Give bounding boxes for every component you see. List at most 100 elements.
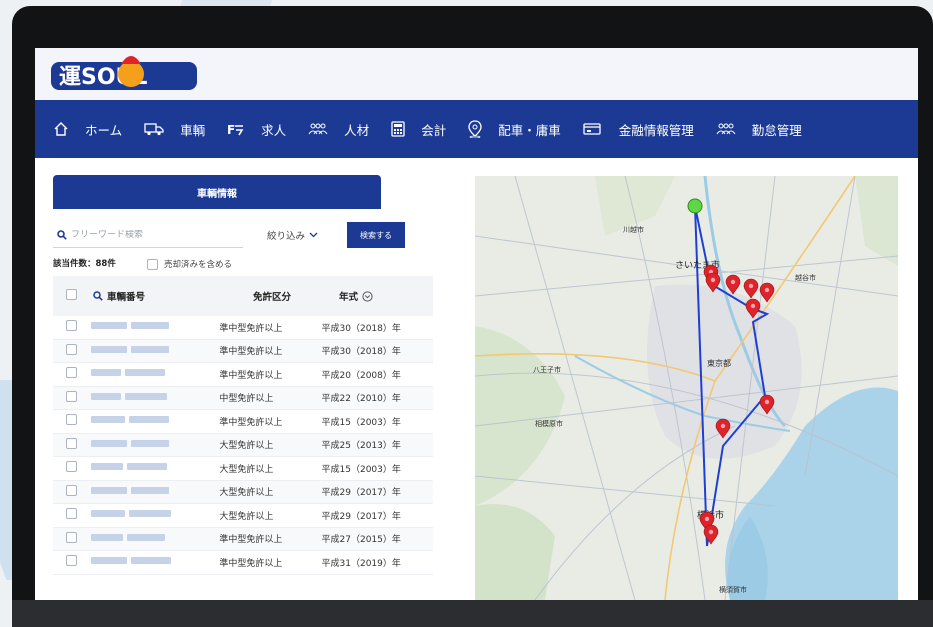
route-map[interactable]: 川越市 さいたま市 越谷市 東京都 八王子市 相模原市 横浜市 横須賀市 bbox=[475, 176, 898, 600]
vehicle-number-redacted[interactable] bbox=[91, 345, 219, 356]
year-cell: 平成27（2015）年 bbox=[321, 535, 401, 546]
nav-item-7[interactable]: 勤怠管理 bbox=[716, 120, 802, 139]
start-pin-icon[interactable] bbox=[687, 198, 703, 214]
license-cell: 準中型免許以上 bbox=[219, 558, 283, 569]
sort-dropdown-icon[interactable] bbox=[362, 290, 373, 302]
year-cell: 平成20（2008）年 bbox=[321, 370, 401, 381]
table-row[interactable]: 準中型免許以上 平成30（2018）年 bbox=[53, 339, 433, 363]
table-row[interactable]: 大型免許以上 平成15（2003）年 bbox=[53, 457, 433, 481]
vehicle-number-redacted[interactable] bbox=[91, 439, 219, 450]
vehicle-info-tab[interactable]: 車輌情報 bbox=[53, 175, 381, 209]
license-cell: 大型免許以上 bbox=[219, 488, 274, 499]
year-header: 年式 bbox=[339, 292, 359, 303]
vehicle-number-redacted[interactable] bbox=[91, 486, 219, 497]
laptop-base bbox=[12, 600, 933, 627]
app-screen: 運SOUL ホーム 車輌 F 求人 人材 会計 配車・庸車 金融情報管理 勤怠管理 車輌情報 絞… bbox=[35, 48, 918, 600]
row-checkbox[interactable] bbox=[66, 414, 77, 426]
nav-label: ホーム bbox=[85, 122, 123, 138]
row-checkbox[interactable] bbox=[66, 343, 77, 355]
nav-item-3[interactable]: 人材 bbox=[308, 120, 369, 139]
nav-item-6[interactable]: 金融情報管理 bbox=[583, 120, 694, 139]
vehicle-number-redacted[interactable] bbox=[91, 463, 219, 473]
license-cell: 大型免許以上 bbox=[219, 511, 274, 522]
table-row[interactable]: 大型免許以上 平成29（2017）年 bbox=[53, 504, 433, 528]
nav-item-4[interactable]: 会計 bbox=[391, 120, 446, 139]
checkbox[interactable] bbox=[147, 258, 158, 270]
map-canvas[interactable]: 川越市 さいたま市 越谷市 東京都 八王子市 相模原市 横浜市 横須賀市 bbox=[475, 176, 898, 600]
row-checkbox[interactable] bbox=[66, 390, 77, 402]
map-label: 相模原市 bbox=[535, 419, 563, 428]
vehicle-number-redacted[interactable] bbox=[91, 369, 219, 379]
vehicle-number-redacted[interactable] bbox=[91, 557, 219, 567]
row-checkbox[interactable] bbox=[66, 320, 77, 332]
vehicle-number-redacted[interactable] bbox=[91, 510, 219, 520]
row-checkbox[interactable] bbox=[66, 531, 77, 543]
nav-item-1[interactable]: 車輌 bbox=[144, 120, 205, 139]
map-label: 東京都 bbox=[707, 358, 731, 368]
result-count: 該当件数：88件 bbox=[53, 259, 116, 269]
free-word-search[interactable] bbox=[53, 222, 243, 248]
table-body: 準中型免許以上 平成30（2018）年 準中型免許以上 平成30（2018）年 準中型免… bbox=[53, 316, 433, 575]
filter-dropdown[interactable]: 絞り込み bbox=[267, 228, 318, 242]
table-header: 車輌番号 免許区分 年式 bbox=[53, 276, 433, 316]
year-cell: 平成25（2013）年 bbox=[321, 441, 401, 452]
nav-item-0[interactable]: ホーム bbox=[53, 120, 122, 139]
year-cell: 平成30（2018）年 bbox=[321, 347, 401, 358]
row-checkbox[interactable] bbox=[66, 461, 77, 473]
vehicle-number-header: 車輌番号 bbox=[107, 292, 146, 303]
license-cell: 中型免許以上 bbox=[219, 394, 274, 405]
row-checkbox[interactable] bbox=[66, 555, 77, 567]
nav-label: 勤怠管理 bbox=[751, 122, 802, 138]
column-vehicle-number[interactable]: 車輌番号 bbox=[93, 289, 231, 303]
vehicle-number-redacted[interactable] bbox=[91, 322, 219, 332]
license-cell: 大型免許以上 bbox=[219, 441, 274, 452]
table-row[interactable]: 準中型免許以上 平成27（2015）年 bbox=[53, 527, 433, 551]
vehicle-number-redacted[interactable] bbox=[91, 416, 219, 426]
table-row[interactable]: 準中型免許以上 平成31（2019）年 bbox=[53, 551, 433, 575]
include-sold-label: 売却済みを含める bbox=[164, 260, 233, 270]
map-label: 川越市 bbox=[623, 225, 644, 234]
vehicle-number-redacted[interactable] bbox=[91, 392, 219, 403]
row-checkbox[interactable] bbox=[66, 437, 77, 449]
people-icon bbox=[716, 122, 744, 136]
row-checkbox[interactable] bbox=[66, 508, 77, 520]
year-cell: 平成22（2010）年 bbox=[321, 394, 401, 405]
table-row[interactable]: 準中型免許以上 平成15（2003）年 bbox=[53, 410, 433, 434]
people-icon bbox=[308, 122, 336, 136]
nav-item-5[interactable]: 配車・庸車 bbox=[468, 120, 561, 139]
table-row[interactable]: 中型免許以上 平成22（2010）年 bbox=[53, 386, 433, 410]
select-all-checkbox[interactable] bbox=[66, 289, 77, 300]
app-logo[interactable]: 運SOUL bbox=[49, 54, 199, 94]
table-row[interactable]: 準中型免許以上 平成30（2018）年 bbox=[53, 316, 433, 340]
vehicle-table: 車輌番号 免許区分 年式 準中型免許以上 平成30（2018）年 準中型免許以上 平成… bbox=[53, 276, 433, 575]
search-input[interactable] bbox=[71, 229, 236, 240]
job-icon: F bbox=[227, 122, 253, 136]
search-icon bbox=[93, 291, 103, 301]
nav-label: 人材 bbox=[344, 122, 370, 138]
license-cell: 準中型免許以上 bbox=[219, 535, 283, 546]
map-label: 横須賀市 bbox=[719, 585, 747, 594]
map-label: 越谷市 bbox=[795, 273, 816, 282]
main-nav: ホーム 車輌 F 求人 人材 会計 配車・庸車 金融情報管理 勤怠管理 bbox=[35, 100, 918, 158]
truck-icon bbox=[144, 122, 172, 136]
table-row[interactable]: 準中型免許以上 平成20（2008）年 bbox=[53, 363, 433, 387]
include-sold-checkbox[interactable]: 売却済みを含める bbox=[147, 258, 232, 270]
year-cell: 平成29（2017）年 bbox=[321, 488, 401, 499]
nav-item-2[interactable]: F 求人 bbox=[227, 120, 286, 139]
table-row[interactable]: 大型免許以上 平成29（2017）年 bbox=[53, 480, 433, 504]
year-cell: 平成31（2019）年 bbox=[321, 558, 401, 569]
row-checkbox[interactable] bbox=[66, 484, 77, 496]
nav-label: 金融情報管理 bbox=[618, 122, 694, 138]
license-cell: 準中型免許以上 bbox=[219, 417, 283, 428]
license-cell: 準中型免許以上 bbox=[219, 347, 283, 358]
row-checkbox[interactable] bbox=[66, 367, 77, 379]
license-cell: 大型免許以上 bbox=[219, 464, 274, 475]
calculator-icon bbox=[391, 121, 413, 137]
logo-bar: 運SOUL bbox=[35, 48, 918, 100]
column-year[interactable]: 年式 bbox=[313, 289, 433, 303]
home-icon bbox=[53, 121, 77, 137]
search-button[interactable]: 検索する bbox=[347, 222, 405, 248]
table-row[interactable]: 大型免許以上 平成25（2013）年 bbox=[53, 433, 433, 457]
vehicle-number-redacted[interactable] bbox=[91, 533, 219, 544]
nav-label: 車輌 bbox=[180, 122, 206, 138]
